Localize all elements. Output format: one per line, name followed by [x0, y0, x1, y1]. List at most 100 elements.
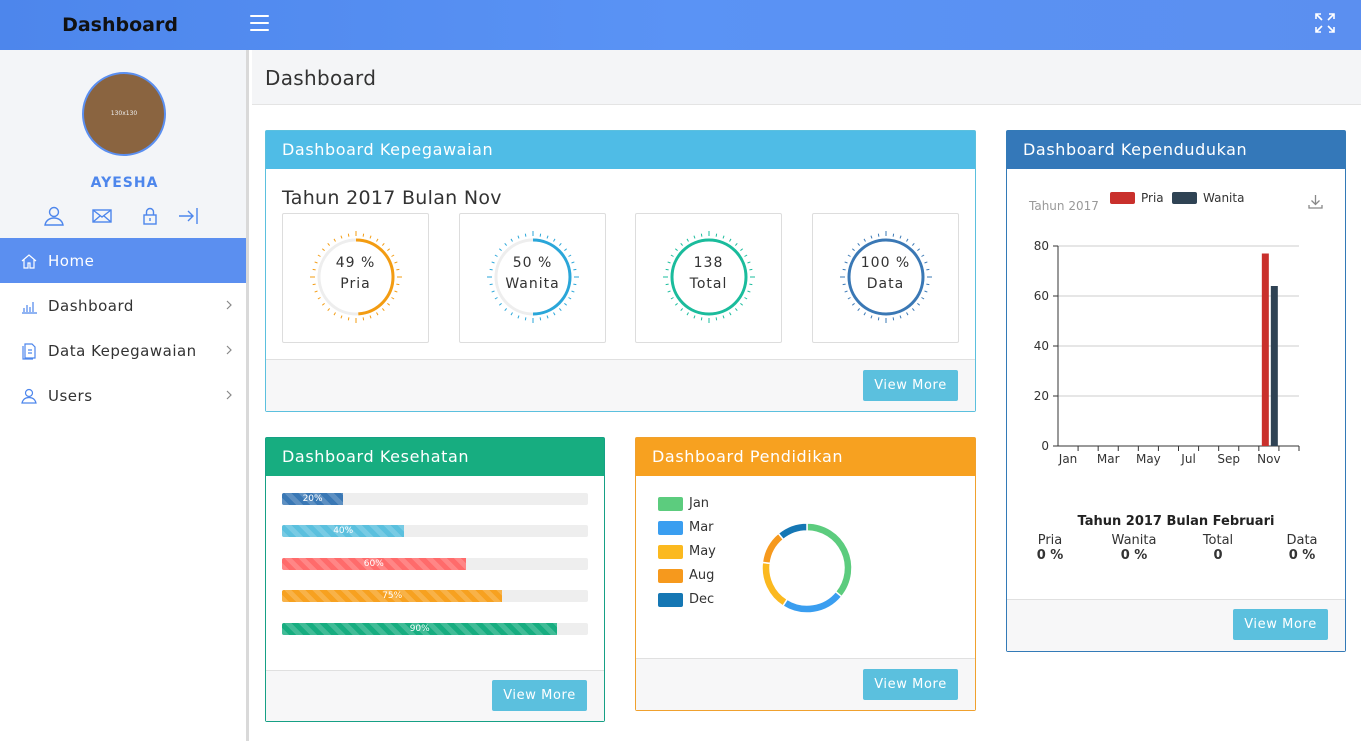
- stat-data: Data 0 %: [1272, 533, 1332, 563]
- download-icon[interactable]: [1307, 193, 1324, 210]
- gauge-tick: [553, 238, 556, 242]
- gauge-tick: [674, 302, 678, 306]
- gauge-tick: [347, 317, 350, 321]
- avatar[interactable]: 130x130: [82, 72, 166, 156]
- donut-slice-may[interactable]: [761, 561, 789, 608]
- gauge-tick: [387, 248, 391, 252]
- brand-title[interactable]: Dashboard: [0, 0, 240, 50]
- gauge-tick: [722, 315, 725, 319]
- gauge-tick: [847, 297, 851, 300]
- bar-pria-nov[interactable]: [1261, 253, 1269, 447]
- panel-title: Dashboard Kepegawaian: [266, 131, 975, 169]
- sidebar-item-home[interactable]: Home: [0, 238, 246, 283]
- progress-bar: 60%: [282, 558, 588, 570]
- legend-label: Mar: [689, 520, 714, 535]
- gauge-tick: [740, 302, 744, 306]
- sidebar-item-label: Data Kepegawaian: [48, 341, 197, 360]
- gauge-tick: [504, 308, 508, 312]
- progress-fill: 75%: [282, 590, 503, 602]
- gauge-tick: [700, 233, 703, 237]
- gauge-tick: [381, 242, 385, 246]
- stat-pria: Pria 0 %: [1020, 533, 1080, 563]
- gauge-tick: [734, 242, 738, 246]
- legend-label[interactable]: Pria: [1141, 191, 1164, 205]
- chevron-right-icon: [226, 345, 232, 355]
- gauge-label: Wanita: [505, 276, 560, 292]
- gauge-value: 49 %: [335, 255, 376, 271]
- donut-slice-dec[interactable]: [777, 522, 808, 541]
- gauge-tick: [317, 297, 321, 300]
- legend-label[interactable]: Wanita: [1203, 191, 1244, 205]
- gauge-tick: [729, 312, 732, 316]
- gauge-tick: [680, 308, 684, 312]
- lock-icon[interactable]: [139, 205, 161, 227]
- mail-icon[interactable]: [91, 205, 113, 227]
- gauge-value: 100 %: [860, 255, 911, 271]
- donut-slice-mar[interactable]: [781, 590, 843, 614]
- gauge-value: 50 %: [512, 255, 553, 271]
- sidebar-item-dashboard[interactable]: Dashboard: [0, 283, 246, 328]
- gauge-tick: [498, 302, 502, 306]
- gauge-tick: [510, 312, 513, 316]
- content-header: Dashboard: [252, 50, 1361, 105]
- view-more-button[interactable]: View More: [492, 680, 587, 711]
- donut-slice-jan[interactable]: [806, 522, 853, 598]
- sidebar-item-users[interactable]: Users: [0, 373, 246, 418]
- legend-item: May: [658, 544, 716, 559]
- stat-value: 0 %: [1036, 548, 1064, 563]
- hamburger-menu-icon[interactable]: [250, 15, 269, 33]
- legend-swatch: [658, 544, 683, 559]
- panel-pendidikan: Dashboard Pendidikan Jan Mar May Aug Dec…: [635, 437, 976, 711]
- stat-value: 0 %: [1120, 548, 1148, 563]
- chevron-right-icon: [226, 390, 232, 400]
- gauge-label: Data: [866, 276, 905, 292]
- x-tick-label: Nov: [1257, 452, 1280, 466]
- gauge-tick: [539, 233, 542, 237]
- fullscreen-icon[interactable]: [1315, 13, 1335, 33]
- panel-title: Dashboard Kesehatan: [266, 438, 604, 476]
- panel-kesehatan: Dashboard Kesehatan 20% 40% 60% 75% 90% …: [265, 437, 605, 722]
- gauge-tick: [333, 312, 336, 316]
- gauge-tick: [546, 315, 549, 319]
- gauge-tick: [686, 312, 689, 316]
- progress-bar: 75%: [282, 590, 588, 602]
- y-tick-label: 0: [1041, 439, 1049, 453]
- bar-wanita-nov[interactable]: [1270, 286, 1278, 446]
- gauge-tick: [899, 235, 902, 239]
- user-profile-icon[interactable]: [43, 205, 65, 227]
- gauge-tick: [693, 315, 696, 319]
- panel-footer: View More: [1007, 599, 1345, 651]
- gauge-tick: [674, 248, 678, 252]
- view-more-button[interactable]: View More: [863, 669, 958, 700]
- panel-title: Dashboard Kependudukan: [1007, 131, 1345, 169]
- gauge-tick: [517, 235, 520, 239]
- legend-swatch: [658, 496, 683, 511]
- gauge-tick: [906, 312, 909, 316]
- donut-slice-aug[interactable]: [761, 532, 785, 565]
- y-tick-label: 40: [1034, 339, 1049, 353]
- y-tick-label: 60: [1034, 289, 1049, 303]
- gauge-tick: [911, 308, 915, 312]
- gauge-tick: [715, 233, 718, 237]
- stat-value: 0: [1213, 548, 1223, 563]
- sidebar-item-data-kepegawaian[interactable]: Data Kepegawaian: [0, 328, 246, 373]
- sidebar-item-label: Dashboard: [48, 296, 134, 315]
- panel-footer: View More: [266, 359, 975, 411]
- gauge-tick: [857, 308, 861, 312]
- panel-title: Dashboard Pendidikan: [636, 438, 975, 476]
- gauge-label: Total: [689, 276, 728, 292]
- stat-total: Total 0: [1188, 533, 1248, 563]
- panel-footer: View More: [636, 658, 975, 710]
- gauge-tick: [340, 315, 343, 319]
- gauge-tick: [321, 302, 325, 306]
- view-more-button[interactable]: View More: [863, 370, 958, 401]
- gauge-tick: [340, 235, 343, 239]
- gauge-tick: [362, 233, 365, 237]
- bar-chart: Tahun 2017 Pria Wanita 0 20 40 60 80 Jan Mar May Ju…: [1028, 191, 1300, 466]
- gauge-tick: [504, 242, 508, 246]
- gauge-tick: [347, 233, 350, 237]
- logout-icon[interactable]: [177, 205, 199, 227]
- stat-wanita: Wanita 0 %: [1104, 533, 1164, 563]
- view-more-button[interactable]: View More: [1233, 609, 1328, 640]
- gauge-tick: [917, 248, 921, 252]
